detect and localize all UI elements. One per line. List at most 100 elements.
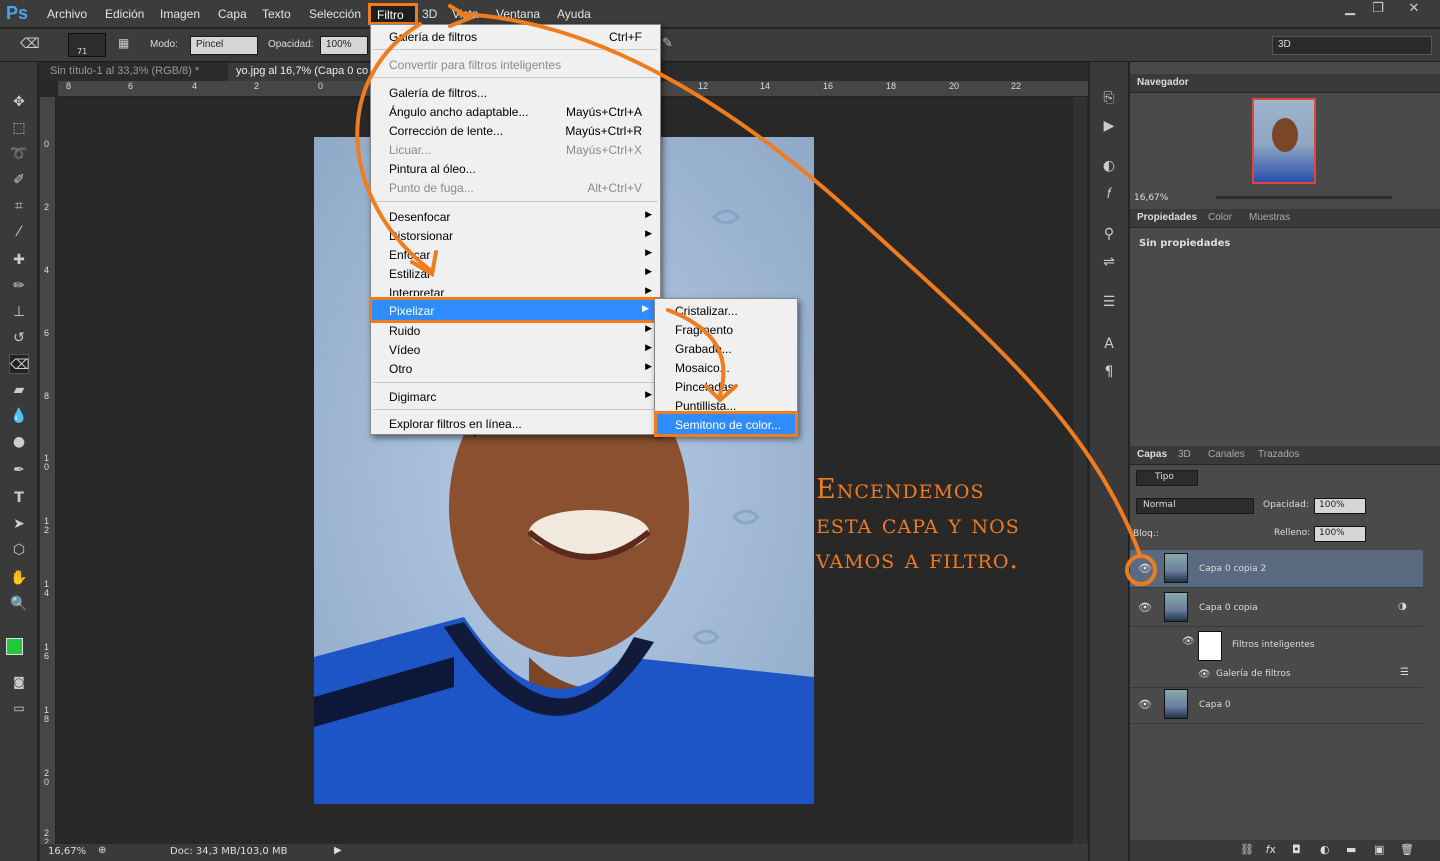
foreground-color-swatch[interactable]: [6, 638, 23, 655]
layer-row-capa-0-copia[interactable]: 👁 Capa 0 copia ◑: [1130, 589, 1423, 627]
adjustment-layer-icon[interactable]: ◐: [1320, 843, 1330, 856]
menu-render[interactable]: Interpretar ▶: [371, 284, 660, 296]
layer-name[interactable]: Filtros inteligentes: [1232, 640, 1315, 650]
tab-channels[interactable]: Canales: [1208, 449, 1245, 460]
healing-tool-icon[interactable]: ✚: [9, 250, 29, 270]
layer-name[interactable]: Capa 0 copia 2: [1199, 564, 1266, 574]
clone-source-icon[interactable]: ⇌: [1099, 252, 1119, 272]
layer-row-capa-0[interactable]: 👁 Capa 0: [1130, 686, 1423, 724]
menu-seleccion[interactable]: Selección: [309, 7, 361, 21]
new-layer-icon[interactable]: ▣: [1374, 843, 1384, 856]
menu-vista[interactable]: Vista: [452, 7, 478, 21]
delete-layer-icon[interactable]: 🗑: [1400, 843, 1414, 856]
history-panel-icon[interactable]: ⎘: [1099, 88, 1119, 108]
fill-input[interactable]: 100%: [1314, 526, 1366, 542]
layer-filter-select[interactable]: Tipo: [1136, 470, 1198, 486]
pressure-icon[interactable]: ✎: [662, 36, 673, 51]
tab-properties[interactable]: Propiedades: [1137, 212, 1197, 223]
menu-digimarc[interactable]: Digimarc ▶: [371, 388, 660, 407]
menu-lens-correction[interactable]: Corrección de lente... Mayús+Ctrl+R: [371, 122, 660, 141]
eyedropper-tool-icon[interactable]: ⁄: [9, 222, 29, 242]
menu-filter-gallery[interactable]: Galería de filtros...: [371, 84, 660, 103]
adjustments-panel-icon[interactable]: ◐: [1099, 156, 1119, 176]
menu-convert-smart[interactable]: Convertir para filtros inteligentes: [371, 56, 660, 75]
quick-mask-icon[interactable]: ◙: [9, 672, 29, 692]
close-icon[interactable]: ✕: [1400, 0, 1428, 20]
submenu-mosaic[interactable]: Mosaico...: [655, 359, 797, 378]
tab-navigator[interactable]: Navegador: [1137, 77, 1189, 88]
menu-adaptive-wide-angle[interactable]: Ángulo ancho adaptable... Mayús+Ctrl+A: [371, 103, 660, 122]
tab-paths[interactable]: Trazados: [1258, 449, 1299, 460]
menu-noise[interactable]: Ruido ▶: [371, 322, 660, 341]
menu-3d[interactable]: 3D: [422, 7, 437, 21]
mode-select[interactable]: Pincel: [190, 36, 258, 55]
layer-opacity-input[interactable]: 100%: [1314, 498, 1366, 514]
submenu-mezzotint[interactable]: Grabado...: [655, 340, 797, 359]
brush-tool-icon[interactable]: ✏: [9, 276, 29, 296]
status-menu-arrow-icon[interactable]: ▶: [334, 845, 342, 856]
layer-row-capa-0-copia-2[interactable]: 👁 Capa 0 copia 2: [1130, 550, 1423, 588]
tab-swatches[interactable]: Muestras: [1249, 212, 1290, 223]
status-zoom[interactable]: 16,67%: [48, 846, 86, 857]
menu-archivo[interactable]: Archivo: [47, 7, 87, 21]
menu-video[interactable]: Vídeo ▶: [371, 341, 660, 360]
history-brush-tool-icon[interactable]: ↺: [9, 328, 29, 348]
opacity-input[interactable]: 100%: [320, 36, 368, 55]
actions-panel-icon[interactable]: ▶: [1099, 116, 1119, 136]
menu-edicion[interactable]: Edición: [105, 7, 144, 21]
menu-blur[interactable]: Desenfocar ▶: [371, 208, 660, 227]
screen-mode-icon[interactable]: ▭: [9, 698, 29, 718]
visibility-eye-icon[interactable]: 👁: [1138, 698, 1152, 711]
workspace-select[interactable]: 3D: [1272, 36, 1432, 55]
restore-icon[interactable]: ❐: [1364, 0, 1392, 20]
smart-filters-row[interactable]: 👁 Filtros inteligentes: [1130, 628, 1423, 661]
visibility-eye-icon[interactable]: 👁: [1138, 562, 1152, 575]
new-group-icon[interactable]: ▬: [1346, 843, 1356, 856]
submenu-color-halftone[interactable]: Semitono de color...: [654, 411, 798, 437]
move-tool-icon[interactable]: ✥: [9, 92, 29, 112]
menu-texto[interactable]: Texto: [262, 7, 291, 21]
paragraph-panel-icon[interactable]: ¶: [1099, 362, 1119, 382]
dodge-tool-icon[interactable]: ●: [9, 432, 29, 452]
navigator-preview[interactable]: [1252, 98, 1316, 184]
link-layers-icon[interactable]: ⛓: [1240, 843, 1254, 856]
visibility-eye-icon[interactable]: 👁: [1198, 669, 1211, 680]
filter-gallery-row[interactable]: 👁 Galería de filtros ☰: [1130, 662, 1423, 688]
path-select-tool-icon[interactable]: ➤: [9, 514, 29, 534]
layer-style-icon[interactable]: 𝑓x: [1266, 843, 1276, 857]
gradient-tool-icon[interactable]: ▰: [9, 380, 29, 400]
menu-distort[interactable]: Distorsionar ▶: [371, 227, 660, 246]
submenu-facet[interactable]: Pinceladas: [655, 378, 797, 397]
menu-oil-paint[interactable]: Pintura al óleo...: [371, 160, 660, 179]
visibility-eye-icon[interactable]: 👁: [1138, 601, 1152, 614]
layer-name[interactable]: Galería de filtros: [1216, 669, 1291, 679]
type-tool-icon[interactable]: T: [9, 488, 29, 508]
menu-stylize[interactable]: Estilizar ▶: [371, 265, 660, 284]
menu-sharpen[interactable]: Enfocar ▶: [371, 246, 660, 265]
submenu-fragment[interactable]: Fragmento: [655, 321, 797, 340]
layer-name[interactable]: Capa 0 copia: [1199, 603, 1258, 613]
navigator-zoom-slider[interactable]: [1216, 196, 1392, 199]
layer-name[interactable]: Capa 0: [1199, 700, 1231, 710]
minimize-icon[interactable]: ▁: [1336, 0, 1364, 20]
shape-tool-icon[interactable]: ⬡: [9, 540, 29, 560]
tab-layers[interactable]: Capas: [1137, 449, 1167, 460]
menu-pixelate[interactable]: Pixelizar ▶: [369, 297, 660, 323]
crop-tool-icon[interactable]: ⌗: [9, 196, 29, 216]
eraser-tool-icon[interactable]: ⌫: [20, 36, 42, 54]
blur-tool-icon[interactable]: 💧: [9, 406, 29, 426]
add-mask-icon[interactable]: ◘: [1292, 843, 1301, 856]
menu-ayuda[interactable]: Ayuda: [557, 7, 591, 21]
stamp-tool-icon[interactable]: ⊥: [9, 302, 29, 322]
marquee-tool-icon[interactable]: ⬚: [9, 118, 29, 138]
tab-doc-untitled[interactable]: Sin título-1 al 33,3% (RGB/8) *: [42, 63, 207, 81]
tab-3d[interactable]: 3D: [1178, 449, 1191, 460]
menu-last-filter[interactable]: Galería de filtros Ctrl+F: [371, 28, 660, 47]
status-icon[interactable]: ⊕: [98, 845, 106, 856]
character-panel-icon[interactable]: A: [1099, 334, 1119, 354]
menu-ventana[interactable]: Ventana: [496, 7, 540, 21]
lasso-tool-icon[interactable]: ➰: [9, 144, 29, 164]
canvas-scrollbar[interactable]: [1073, 97, 1087, 844]
styles-panel-icon[interactable]: 𝑓: [1099, 184, 1119, 204]
menu-imagen[interactable]: Imagen: [160, 7, 200, 21]
